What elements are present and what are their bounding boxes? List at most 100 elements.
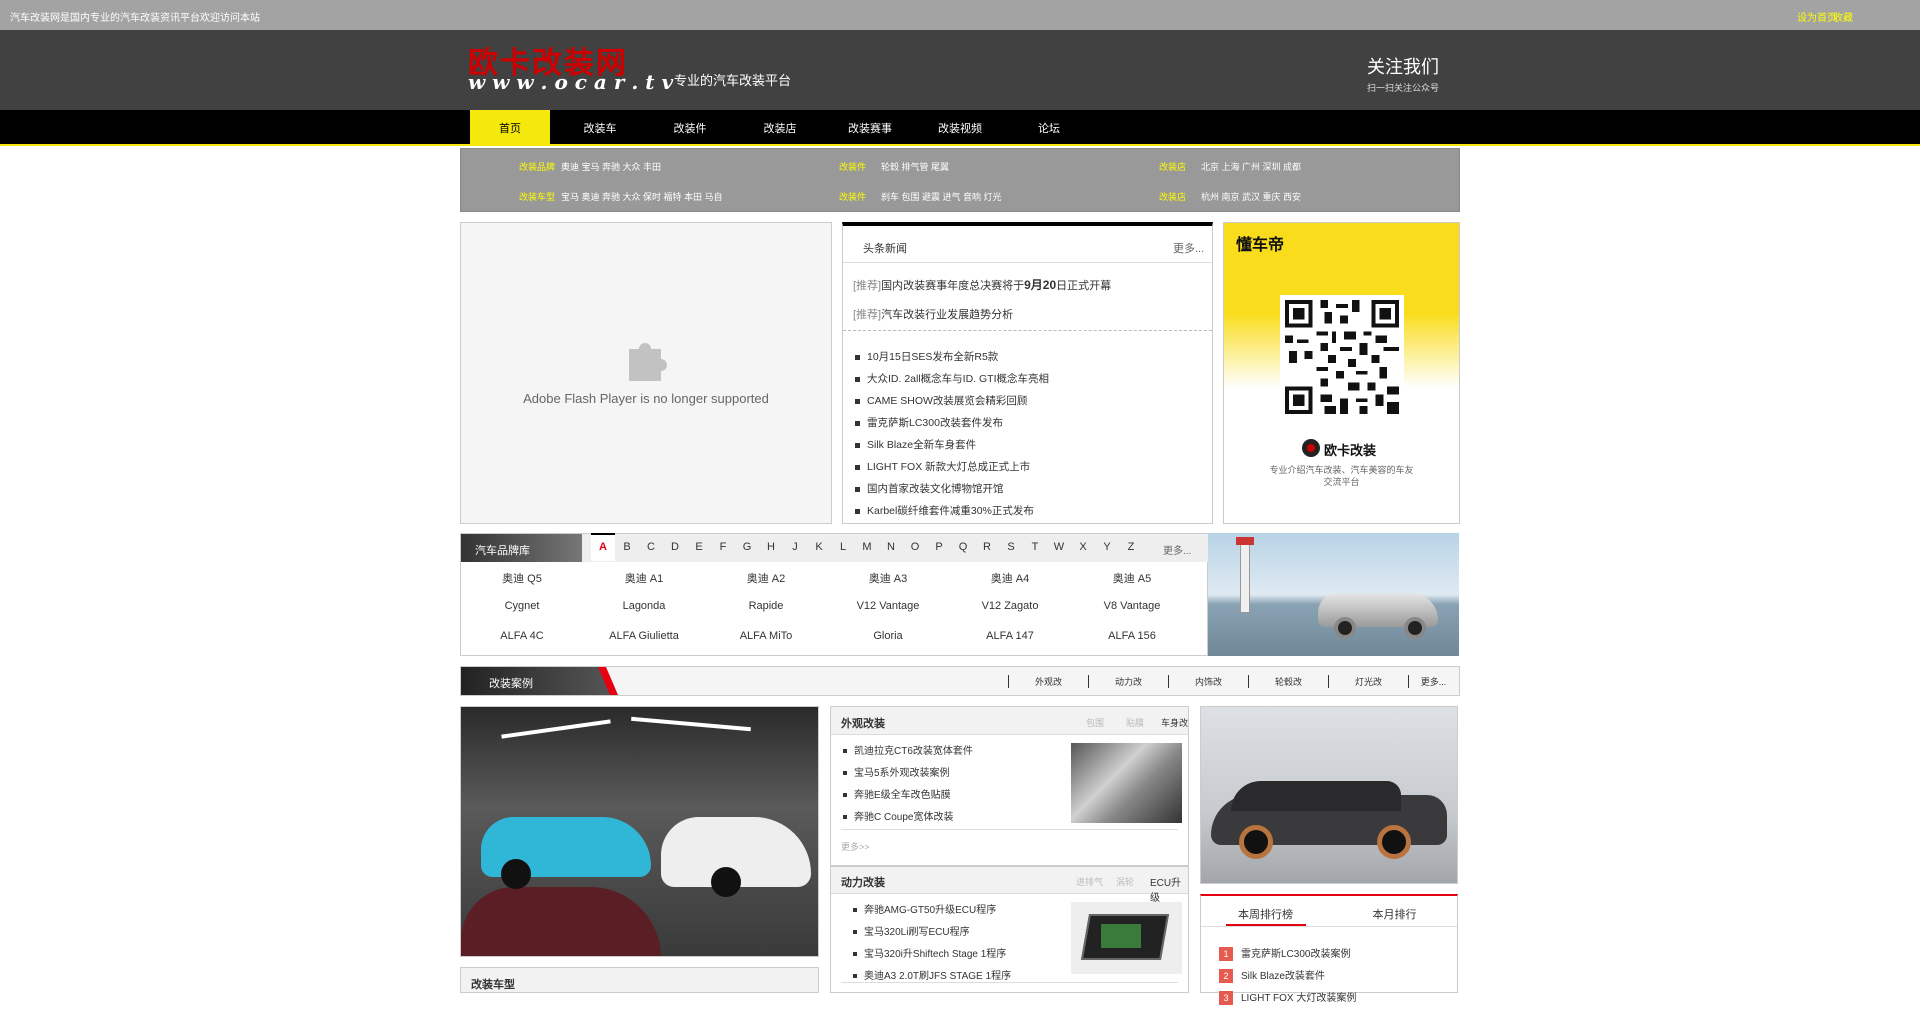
- letter-tab[interactable]: Q: [951, 541, 975, 553]
- brand-link[interactable]: 奥迪 A3: [827, 570, 949, 586]
- brand-link[interactable]: 奥迪 A2: [705, 570, 827, 586]
- box-tab[interactable]: 涡轮: [1116, 875, 1134, 888]
- list-item[interactable]: 奔驰C Coupe宽体改装: [843, 807, 973, 829]
- headline-tab[interactable]: 头条新闻: [863, 240, 907, 256]
- section-tab[interactable]: 轮毂改: [1248, 675, 1328, 688]
- brand-link[interactable]: Rapide: [705, 600, 827, 612]
- rank-tab-month[interactable]: 本月排行: [1330, 906, 1459, 922]
- list-item[interactable]: 奥迪A3 2.0T刷JFS STAGE 1程序: [853, 966, 1011, 988]
- list-item[interactable]: 凯迪拉克CT6改装宽体套件: [843, 741, 973, 763]
- brand-link[interactable]: V12 Vantage: [827, 600, 949, 612]
- wagon-photo[interactable]: [1200, 706, 1458, 884]
- letter-tab[interactable]: L: [831, 541, 855, 553]
- list-item[interactable]: 国内首家改装文化博物馆开馆: [855, 478, 1049, 500]
- brand-link[interactable]: ALFA Giulietta: [583, 630, 705, 642]
- bookmark-link[interactable]: 收藏: [1833, 9, 1853, 24]
- nav-events[interactable]: 改装赛事: [830, 120, 910, 136]
- rank-item[interactable]: 3 LIGHT FOX 大灯改装案例: [1219, 988, 1356, 1010]
- letter-tab[interactable]: E: [687, 541, 711, 553]
- section-more[interactable]: 更多...: [1408, 675, 1458, 688]
- letter-tab[interactable]: K: [807, 541, 831, 553]
- set-homepage-link[interactable]: 设为首页: [1797, 9, 1837, 24]
- sub-items[interactable]: 北京 上海 广州 深圳 成都: [1201, 160, 1301, 173]
- sub-items[interactable]: 刹车 包围 避震 进气 音响 灯光: [881, 190, 1002, 203]
- nav-home[interactable]: 首页: [470, 120, 550, 136]
- brand-link[interactable]: ALFA MiTo: [705, 630, 827, 642]
- ecu-thumbnail[interactable]: [1071, 902, 1182, 974]
- nav-forum[interactable]: 论坛: [1009, 120, 1089, 136]
- letter-tab[interactable]: Y: [1095, 541, 1119, 553]
- box1-more[interactable]: 更多>>: [841, 840, 870, 853]
- letter-tab[interactable]: S: [999, 541, 1023, 553]
- list-item[interactable]: Silk Blaze全新车身套件: [855, 434, 1049, 456]
- section-tab[interactable]: 内饰改: [1168, 675, 1248, 688]
- section-tab[interactable]: 动力改: [1088, 675, 1168, 688]
- letter-tab[interactable]: R: [975, 541, 999, 553]
- letter-tab[interactable]: P: [927, 541, 951, 553]
- featured-garage-photo[interactable]: [460, 706, 819, 957]
- brand-link[interactable]: ALFA 147: [949, 630, 1071, 642]
- list-item[interactable]: 宝马320Li刷写ECU程序: [853, 922, 1011, 944]
- letter-tab[interactable]: G: [735, 541, 759, 553]
- box-tab-active[interactable]: 车身改: [1161, 716, 1188, 729]
- brand-link[interactable]: 奥迪 Q5: [461, 570, 583, 586]
- letter-tab[interactable]: J: [783, 541, 807, 553]
- sub-items[interactable]: 轮毂 排气管 尾翼: [881, 160, 949, 173]
- letter-tab[interactable]: N: [879, 541, 903, 553]
- list-item[interactable]: 雷克萨斯LC300改装套件发布: [855, 412, 1049, 434]
- letter-tab[interactable]: B: [615, 541, 639, 553]
- brand-link[interactable]: Gloria: [827, 630, 949, 642]
- list-item[interactable]: 宝马320i升Shiftech Stage 1程序: [853, 944, 1011, 966]
- letter-tab-a[interactable]: A: [591, 541, 615, 553]
- list-item[interactable]: 奔驰E级全车改色贴膜: [843, 785, 973, 807]
- letter-tab[interactable]: F: [711, 541, 735, 553]
- letter-tab[interactable]: X: [1071, 541, 1095, 553]
- box-tab-active[interactable]: ECU升级: [1150, 874, 1188, 904]
- sub-items[interactable]: 奥迪 宝马 奔驰 大众 丰田: [561, 160, 661, 173]
- brand-link[interactable]: 奥迪 A5: [1071, 570, 1193, 586]
- letter-tab[interactable]: M: [855, 541, 879, 553]
- qr-ad[interactable]: 懂车帝 欧卡改装 专业介绍汽车改装、汽车美容的车友 交流平台: [1223, 222, 1460, 524]
- letter-tab[interactable]: T: [1023, 541, 1047, 553]
- brand-link[interactable]: ALFA 4C: [461, 630, 583, 642]
- headline-top-2[interactable]: [推荐]汽车改装行业发展趋势分析: [853, 306, 1013, 322]
- list-item[interactable]: Karbel碳纤维套件减重30%正式发布: [855, 500, 1049, 522]
- nav-parts[interactable]: 改装件: [650, 120, 730, 136]
- brand-link[interactable]: Lagonda: [583, 600, 705, 612]
- rank-item[interactable]: 2 Silk Blaze改装套件: [1219, 966, 1356, 988]
- box-tab[interactable]: 进排气: [1076, 875, 1103, 888]
- nav-shops[interactable]: 改装店: [740, 120, 820, 136]
- list-item[interactable]: LIGHT FOX 新款大灯总成正式上市: [855, 456, 1049, 478]
- letter-tab[interactable]: H: [759, 541, 783, 553]
- headline-top-1[interactable]: [推荐]国内改装赛事年度总决赛将于9月20日正式开幕: [853, 276, 1111, 293]
- brand-link[interactable]: ALFA 156: [1071, 630, 1193, 642]
- brand-link[interactable]: Cygnet: [461, 600, 583, 612]
- box1-thumbnail[interactable]: [1071, 743, 1182, 823]
- section-tab[interactable]: 外观改: [1008, 675, 1088, 688]
- list-item[interactable]: 10月15日SES发布全新R5款: [855, 346, 1049, 368]
- sub-items[interactable]: 杭州 南京 武汉 重庆 西安: [1201, 190, 1301, 203]
- letter-tab[interactable]: D: [663, 541, 687, 553]
- brand-link[interactable]: 奥迪 A1: [583, 570, 705, 586]
- suv-ad-image[interactable]: [1208, 533, 1459, 656]
- letter-tab[interactable]: O: [903, 541, 927, 553]
- brand-link[interactable]: V12 Zagato: [949, 600, 1071, 612]
- letter-tab[interactable]: C: [639, 541, 663, 553]
- rank-item[interactable]: 1 雷克萨斯LC300改装案例: [1219, 944, 1356, 966]
- nav-modified-cars[interactable]: 改装车: [560, 120, 640, 136]
- box-tab[interactable]: 贴膜: [1126, 716, 1144, 729]
- brands-more[interactable]: 更多...: [1163, 542, 1191, 557]
- list-item[interactable]: 奔驰AMG-GT50升级ECU程序: [853, 900, 1011, 922]
- rank-tab-week[interactable]: 本周排行榜: [1201, 906, 1330, 922]
- sub-items[interactable]: 宝马 奥迪 奔驰 大众 保时 福特 本田 马自: [561, 190, 723, 203]
- list-item[interactable]: 大众ID. 2all概念车与ID. GTI概念车亮相: [855, 368, 1049, 390]
- site-logo-url[interactable]: w w w . o c a r . t v: [468, 70, 673, 94]
- brand-link[interactable]: V8 Vantage: [1071, 600, 1193, 612]
- list-item[interactable]: 宝马5系外观改装案例: [843, 763, 973, 785]
- box-tab[interactable]: 包围: [1086, 716, 1104, 729]
- letter-tab[interactable]: Z: [1119, 541, 1143, 553]
- letter-tab[interactable]: W: [1047, 541, 1071, 553]
- section-tab[interactable]: 灯光改: [1328, 675, 1408, 688]
- list-item[interactable]: CAME SHOW改装展览会精彩回顾: [855, 390, 1049, 412]
- brand-link[interactable]: 奥迪 A4: [949, 570, 1071, 586]
